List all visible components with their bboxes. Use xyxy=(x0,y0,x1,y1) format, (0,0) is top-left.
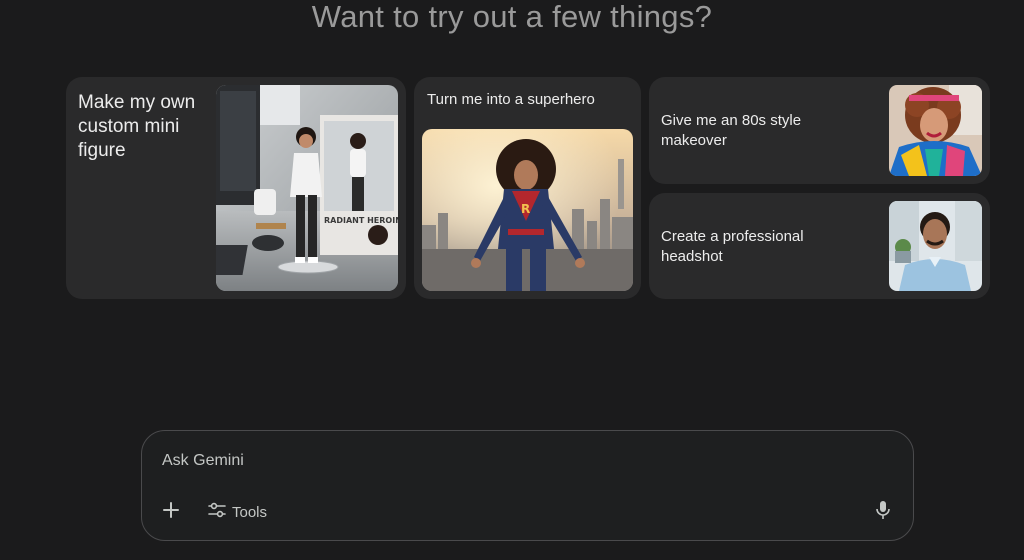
suggestion-label: Create a professional headshot xyxy=(661,228,804,265)
tools-button[interactable]: Tools xyxy=(208,501,267,523)
microphone-icon xyxy=(875,500,891,525)
suggestion-card-superhero[interactable]: Turn me into a superhero R xyxy=(414,77,641,299)
suggestion-label: Make my own custom mini figure xyxy=(78,92,196,161)
add-button[interactable] xyxy=(158,499,184,525)
prompt-input[interactable] xyxy=(162,449,862,473)
suggestion-card-headshot[interactable]: Create a professional headshot xyxy=(649,193,990,299)
prompt-composer: Tools xyxy=(141,430,914,541)
suggestion-card-mini-figure[interactable]: Make my own custom mini figure RADIANT H… xyxy=(66,77,406,299)
suggestion-label: Give me an 80s style makeover xyxy=(661,112,802,149)
suggestion-image-80s-makeover xyxy=(889,85,982,176)
figure-box-text: RADIANT HEROINE xyxy=(324,216,398,225)
tools-label: Tools xyxy=(232,503,268,521)
suggestion-image-mini-figure: RADIANT HEROINE xyxy=(216,85,398,291)
suggestion-image-headshot xyxy=(889,201,982,291)
gemini-page: Want to try out a few things? Make my ow… xyxy=(0,0,1024,560)
suggestion-card-80s-makeover[interactable]: Give me an 80s style makeover xyxy=(649,77,990,184)
page-heading: Want to try out a few things? xyxy=(311,0,713,34)
plus-icon xyxy=(162,500,180,524)
superhero-emblem: R xyxy=(521,202,530,216)
suggestion-label: Turn me into a superhero xyxy=(427,91,595,108)
microphone-button[interactable] xyxy=(871,500,895,524)
suggestion-image-superhero: R xyxy=(422,129,633,291)
sliders-icon xyxy=(208,502,226,522)
